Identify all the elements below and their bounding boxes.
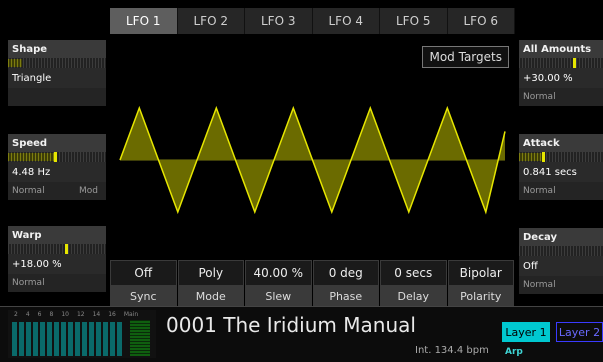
all-amounts-label: All Amounts	[519, 40, 603, 58]
meter-scale-16: 16	[108, 311, 116, 318]
shape-meter-fill	[8, 59, 22, 67]
phase-value[interactable]: 0 deg	[312, 260, 379, 286]
voice-meter: 2 4 6 8 10 12 14 16 Main	[8, 310, 156, 358]
layer-2-button[interactable]: Layer 2	[556, 322, 603, 342]
voice-meter-bars	[12, 322, 124, 356]
mode-param[interactable]: Poly Mode	[177, 260, 245, 306]
speed-normal-label: Normal	[12, 186, 45, 196]
all-amounts-sub: Normal	[519, 88, 603, 106]
tab-lfo-1[interactable]: LFO 1	[110, 8, 178, 34]
decay-control[interactable]: Decay Off Normal	[519, 228, 603, 294]
speed-meter[interactable]	[8, 152, 106, 162]
shape-meter[interactable]	[8, 58, 106, 68]
warp-normal-label: Normal	[12, 278, 45, 288]
speed-sub-row: Normal Mod	[8, 182, 106, 200]
warp-control[interactable]: Warp +18.00 % Normal	[8, 226, 106, 292]
decay-meter[interactable]	[519, 246, 603, 256]
sync-value[interactable]: Off	[110, 260, 177, 286]
attack-meter-fill	[519, 153, 543, 161]
polarity-value[interactable]: Bipolar	[447, 260, 514, 286]
main-level-meter	[130, 320, 150, 356]
warp-label: Warp	[8, 226, 106, 244]
delay-param[interactable]: 0 secs Delay	[380, 260, 448, 306]
meter-scale-8: 8	[49, 311, 54, 318]
voice-meter-scale: 2 4 6 8 10 12 14 16 Main	[14, 311, 138, 318]
meter-scale-main: Main	[123, 311, 139, 318]
tempo-display: Int. 134.4 bpm	[415, 345, 489, 356]
attack-sub: Normal	[519, 182, 603, 200]
delay-value[interactable]: 0 secs	[380, 260, 447, 286]
tab-lfo-6[interactable]: LFO 6	[447, 8, 515, 34]
meter-scale-2: 2	[14, 311, 18, 318]
speed-mod-label: Mod	[79, 186, 98, 196]
attack-control[interactable]: Attack 0.841 secs Normal	[519, 134, 603, 200]
delay-label: Delay	[380, 286, 447, 306]
meter-scale-12: 12	[76, 311, 85, 318]
patch-name[interactable]: 0001 The Iridium Manual	[166, 313, 416, 337]
all-amounts-control[interactable]: All Amounts +30.00 % Normal	[519, 40, 603, 106]
shape-sub-row	[8, 88, 106, 106]
shape-control[interactable]: Shape Triangle	[8, 40, 106, 88]
shape-label: Shape	[8, 40, 106, 58]
meter-scale-4: 4	[25, 311, 30, 318]
warp-meter-knob[interactable]	[64, 244, 68, 254]
slew-label: Slew	[245, 286, 312, 306]
sync-label: Sync	[110, 286, 177, 306]
attack-meter-knob[interactable]	[541, 152, 545, 162]
sync-param[interactable]: Off Sync	[110, 260, 178, 306]
tab-lfo-5[interactable]: LFO 5	[380, 8, 448, 34]
arp-indicator[interactable]: Arp	[505, 347, 523, 357]
meter-scale-10: 10	[61, 311, 69, 318]
phase-param[interactable]: 0 deg Phase	[312, 260, 380, 306]
polarity-label: Polarity	[447, 286, 514, 306]
warp-sub-row: Normal	[8, 274, 106, 292]
attack-meter[interactable]	[519, 152, 603, 162]
polarity-param[interactable]: Bipolar Polarity	[447, 260, 515, 306]
decay-label: Decay	[519, 228, 603, 246]
slew-value[interactable]: 40.00 %	[245, 260, 312, 286]
warp-value: +18.00 %	[8, 254, 106, 274]
tab-lfo-3[interactable]: LFO 3	[245, 8, 313, 34]
lfo-tab-bar: LFO 1 LFO 2 LFO 3 LFO 4 LFO 5 LFO 6	[110, 8, 515, 34]
warp-meter[interactable]	[8, 244, 106, 254]
shape-value: Triangle	[8, 68, 106, 88]
lfo-param-row: Off Sync Poly Mode 40.00 % Slew 0 deg Ph…	[110, 260, 515, 306]
tab-lfo-2[interactable]: LFO 2	[177, 8, 245, 34]
all-amounts-meter[interactable]	[519, 58, 603, 68]
phase-label: Phase	[312, 286, 379, 306]
waveform-svg	[119, 105, 506, 215]
speed-value: 4.48 Hz	[8, 162, 106, 182]
mode-label: Mode	[177, 286, 244, 306]
decay-sub: Normal	[519, 276, 603, 294]
all-amounts-knob[interactable]	[572, 58, 576, 68]
tab-lfo-4[interactable]: LFO 4	[312, 8, 380, 34]
speed-control[interactable]: Speed 4.48 Hz Normal Mod	[8, 134, 106, 200]
attack-value: 0.841 secs	[519, 162, 603, 182]
speed-meter-knob[interactable]	[54, 152, 58, 162]
lfo-waveform-display: Mod Targets	[110, 36, 515, 258]
all-amounts-value: +30.00 %	[519, 68, 603, 88]
slew-param[interactable]: 40.00 % Slew	[245, 260, 313, 306]
speed-meter-fill	[8, 153, 56, 161]
speed-label: Speed	[8, 134, 106, 152]
mode-value[interactable]: Poly	[177, 260, 244, 286]
decay-value: Off	[519, 256, 603, 276]
attack-label: Attack	[519, 134, 603, 152]
layer-1-button[interactable]: Layer 1	[502, 322, 550, 342]
meter-scale-14: 14	[92, 311, 101, 318]
meter-scale-6: 6	[37, 311, 42, 318]
